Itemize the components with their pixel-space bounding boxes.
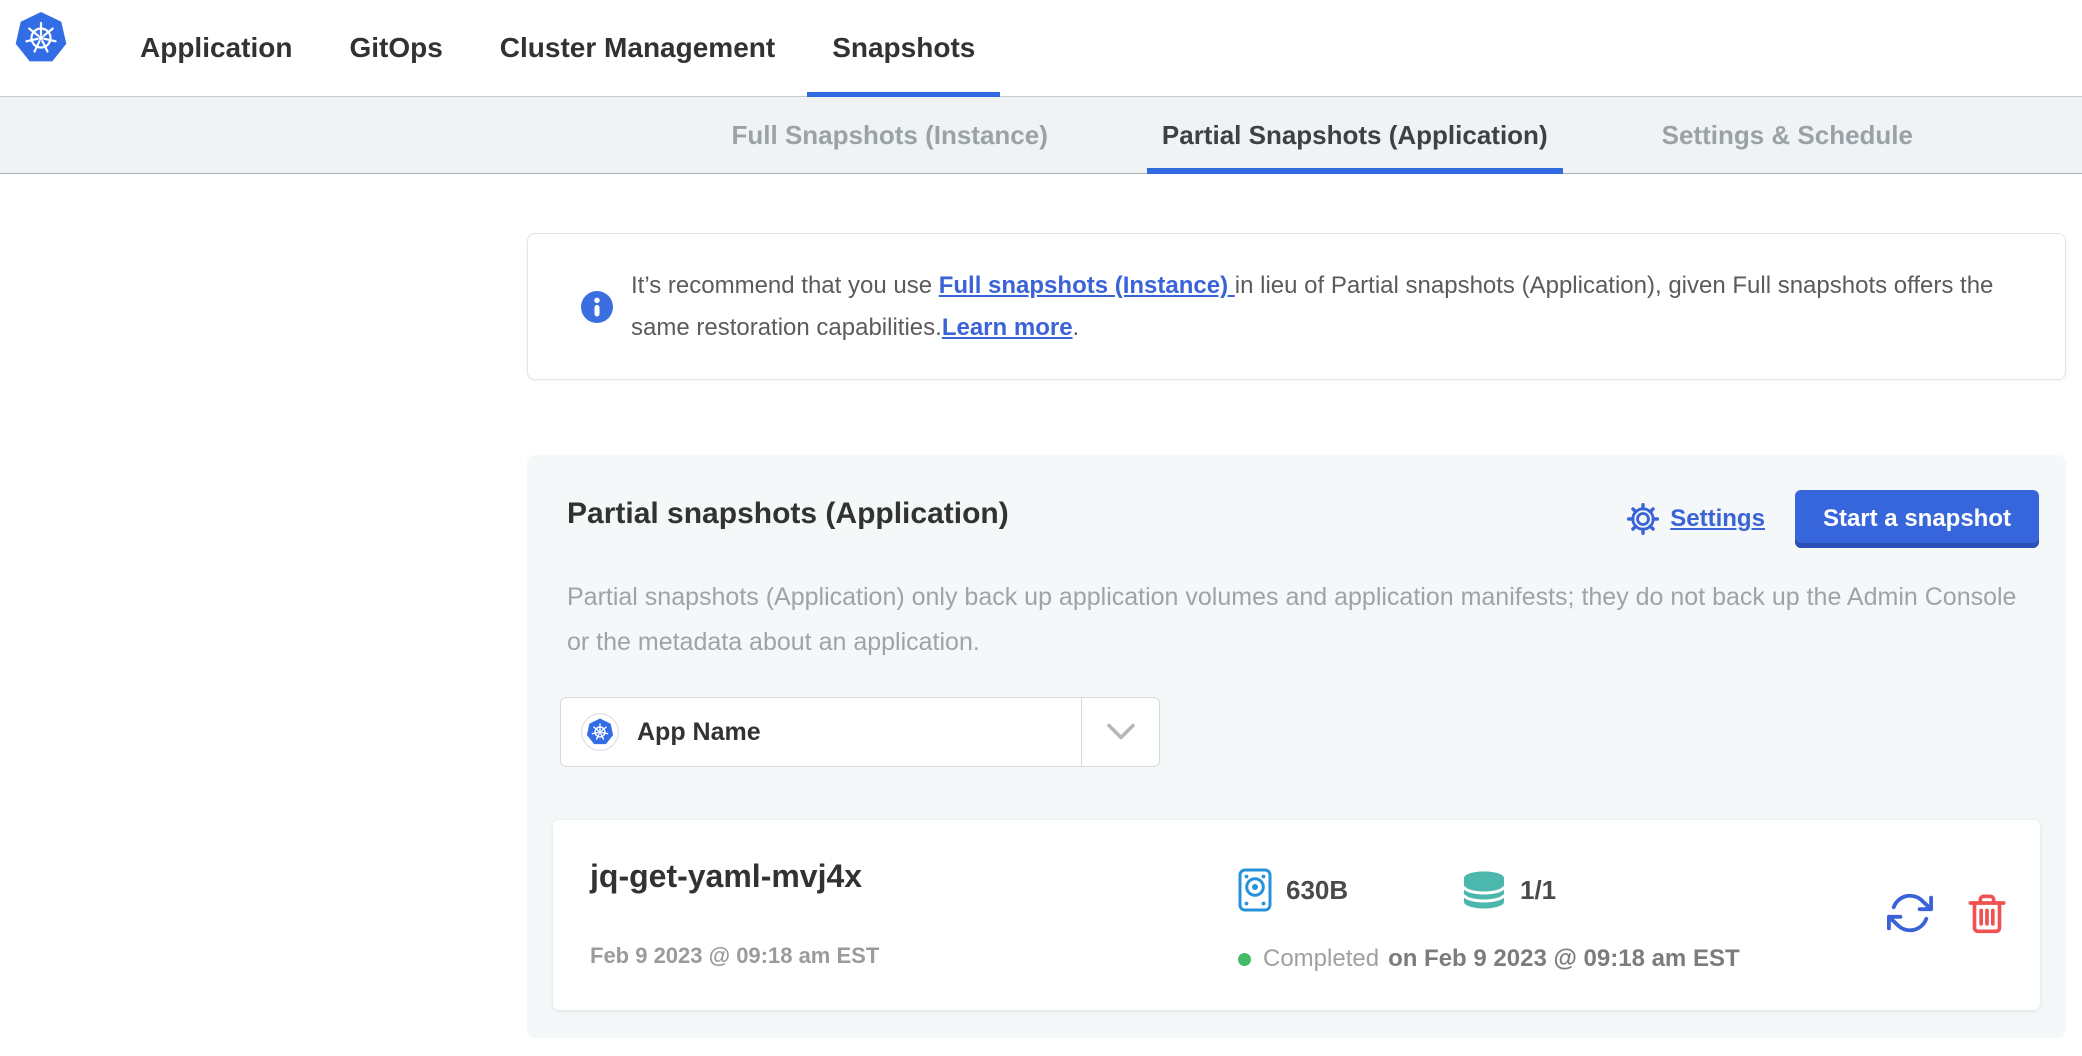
status-dot bbox=[1238, 953, 1251, 966]
full-snapshots-link[interactable]: Full snapshots (Instance) bbox=[939, 272, 1235, 299]
snapshots-subnav: Full Snapshots (Instance) Partial Snapsh… bbox=[0, 97, 2082, 174]
nav-item-application[interactable]: Application bbox=[115, 0, 317, 96]
settings-link[interactable]: Settings bbox=[1626, 502, 1765, 536]
app-name-select[interactable]: App Name bbox=[560, 697, 1160, 767]
app-name-value: App Name bbox=[637, 718, 761, 747]
panel-controls: Settings Start a snapshot bbox=[1626, 490, 2039, 548]
tab-full-snapshots[interactable]: Full Snapshots (Instance) bbox=[717, 97, 1063, 173]
top-nav: Application GitOps Cluster Management Sn… bbox=[0, 0, 2082, 97]
status-label: Completed bbox=[1263, 945, 1379, 973]
snapshot-created-date: Feb 9 2023 @ 09:18 am EST bbox=[590, 943, 879, 969]
snapshot-row: jq-get-yaml-mvj4x Feb 9 2023 @ 09:18 am … bbox=[553, 820, 2040, 1010]
snapshot-volumes-value: 1/1 bbox=[1520, 875, 1556, 906]
snapshot-volumes: 1/1 bbox=[1462, 868, 1556, 912]
nav-item-gitops[interactable]: GitOps bbox=[324, 0, 467, 96]
partial-snapshots-panel: Partial snapshots (Application) bbox=[527, 455, 2066, 1038]
nav-item-cluster-management[interactable]: Cluster Management bbox=[475, 0, 800, 96]
active-tab-underline bbox=[1147, 168, 1563, 174]
restore-snapshot-button[interactable] bbox=[1887, 890, 1933, 936]
snapshot-actions bbox=[1887, 890, 2007, 936]
app-kubernetes-icon bbox=[581, 713, 619, 751]
snapshot-size: 630B bbox=[1238, 868, 1348, 912]
volumes-icon bbox=[1462, 870, 1506, 910]
nav-item-snapshots[interactable]: Snapshots bbox=[807, 0, 1000, 96]
select-caret-area[interactable] bbox=[1081, 698, 1159, 766]
info-banner: It’s recommend that you use Full snapsho… bbox=[527, 233, 2066, 380]
status-finished-date: on Feb 9 2023 @ 09:18 am EST bbox=[1388, 945, 1740, 973]
panel-description: Partial snapshots (Application) only bac… bbox=[567, 575, 2026, 665]
delete-icon bbox=[1967, 891, 2007, 935]
snapshot-size-value: 630B bbox=[1286, 875, 1348, 906]
primary-nav: Application GitOps Cluster Management Sn… bbox=[115, 0, 1000, 96]
learn-more-link[interactable]: Learn more bbox=[942, 314, 1073, 341]
disk-icon bbox=[1238, 868, 1272, 912]
start-snapshot-button[interactable]: Start a snapshot bbox=[1795, 490, 2039, 548]
info-icon bbox=[581, 291, 613, 323]
chevron-down-icon bbox=[1106, 723, 1136, 741]
snapshot-name: jq-get-yaml-mvj4x bbox=[590, 858, 862, 895]
snapshot-status: Completed on Feb 9 2023 @ 09:18 am EST bbox=[1238, 945, 1740, 973]
gear-icon bbox=[1626, 502, 1660, 536]
tab-settings-schedule[interactable]: Settings & Schedule bbox=[1647, 97, 1928, 173]
settings-link-label: Settings bbox=[1670, 505, 1765, 533]
kubernetes-logo-icon bbox=[14, 11, 68, 65]
tab-partial-snapshots[interactable]: Partial Snapshots (Application) bbox=[1147, 97, 1563, 173]
panel-title: Partial snapshots (Application) bbox=[567, 497, 1009, 531]
delete-snapshot-button[interactable] bbox=[1967, 891, 2007, 935]
restore-icon bbox=[1887, 890, 1933, 936]
info-banner-text: It’s recommend that you use Full snapsho… bbox=[631, 265, 2031, 349]
